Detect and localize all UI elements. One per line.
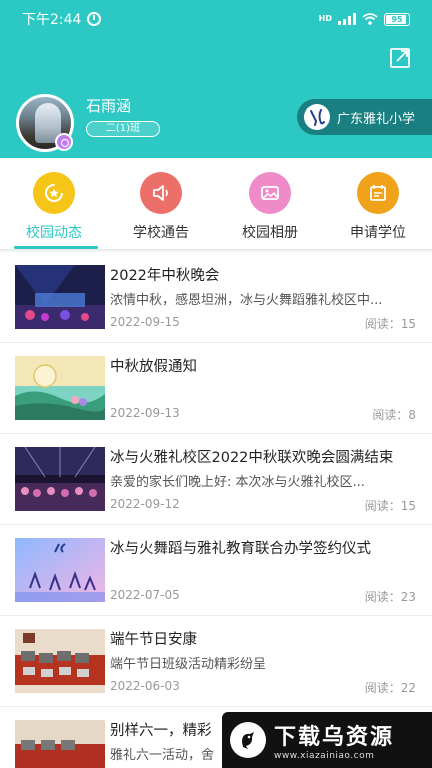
signal-icon [338,13,356,25]
list-item[interactable]: 中秋放假通知 2022-09-13 阅读：8 [0,343,432,434]
school-logo-icon [304,104,330,130]
student-name: 石雨涵 [86,97,132,115]
news-list: 2022年中秋晚会 浓情中秋，感恩坦洲，冰与火舞蹈雅礼校区中... 2022-0… [0,252,432,768]
battery-icon: 95 [384,12,410,26]
active-tab-indicator [14,246,98,249]
news-date: 2022-07-05 [110,588,180,602]
watermark-url: www.xiazainiao.com [274,751,375,761]
news-title: 2022年中秋晚会 [110,268,220,284]
news-date: 2022-09-15 [110,315,180,329]
star-icon [33,172,75,214]
news-thumbnail [15,629,105,693]
gender-badge-icon [55,133,73,151]
status-bar: 下午2:44 HD 95 [0,0,432,38]
news-thumbnail [15,538,105,602]
news-thumbnail [15,720,105,768]
list-item[interactable]: 2022年中秋晚会 浓情中秋，感恩坦洲，冰与火舞蹈雅礼校区中... 2022-0… [0,252,432,343]
watermark-logo: 下载乌资源 www.xiazainiao.com [222,712,432,768]
tab-campus-news[interactable]: 校园动态 [4,172,104,242]
status-time: 下午2:44 [22,12,82,28]
alarm-icon [87,12,102,26]
photo-icon [249,172,291,214]
tab-label: 申请学位 [350,225,406,241]
share-icon[interactable] [388,46,412,70]
news-thumbnail [15,447,105,511]
tab-label: 校园相册 [242,225,298,241]
status-time-group: 下午2:44 [22,9,102,29]
tab-campus-album[interactable]: 校园相册 [220,172,320,242]
news-title: 中秋放假通知 [110,359,197,375]
speaker-icon [140,172,182,214]
school-name: 广东雅礼小学 [337,111,416,127]
news-read-count: 阅读：23 [364,590,416,604]
news-title: 冰与火雅礼校区2022中秋联欢晚会圆满结束 [110,450,394,466]
tab-label: 校园动态 [26,225,82,241]
battery-level: 95 [391,14,403,24]
tab-apply-enrollment[interactable]: 申请学位 [328,172,428,242]
news-summary: 端午节日班级活动精彩纷呈 [110,657,267,672]
class-tag: 二(1)班 [86,121,160,137]
news-thumbnail [15,265,105,329]
news-summary: 亲爱的家长们晚上好: 本次冰与火雅礼校区... [110,475,365,490]
news-thumbnail [15,356,105,420]
list-item[interactable]: 冰与火雅礼校区2022中秋联欢晚会圆满结束 亲爱的家长们晚上好: 本次冰与火雅礼… [0,434,432,525]
news-title: 冰与火舞蹈与雅礼教育联合办学签约仪式 [110,541,371,557]
school-switch-button[interactable]: 广东雅礼小学 [297,99,432,135]
news-summary: 浓情中秋，感恩坦洲，冰与火舞蹈雅礼校区中... [110,293,383,308]
news-read-count: 阅读：22 [364,681,416,695]
category-tabs: 校园动态 学校通告 校园相册 申请学位 [0,158,432,250]
news-read-count: 阅读：15 [364,499,416,513]
calendar-icon [357,172,399,214]
tab-label: 学校通告 [133,225,189,241]
list-item[interactable]: 冰与火舞蹈与雅礼教育联合办学签约仪式 2022-07-05 阅读：23 [0,525,432,616]
network-label: HD [318,14,332,23]
list-item[interactable]: 端午节日安康 端午节日班级活动精彩纷呈 2022-06-03 阅读：22 [0,616,432,707]
watermark-title: 下载乌资源 [274,725,395,750]
news-title: 端午节日安康 [110,632,197,648]
news-date: 2022-06-03 [110,679,180,693]
news-read-count: 阅读：8 [372,408,416,422]
app-root: 下午2:44 HD 95 石雨涵 二(1)班 广东雅礼小学 校园动态 学校通告 … [0,0,432,768]
news-date: 2022-09-12 [110,497,180,511]
bird-logo-icon [230,722,266,758]
tab-school-notices[interactable]: 学校通告 [111,172,211,242]
news-read-count: 阅读：15 [364,317,416,331]
news-date: 2022-09-13 [110,406,180,420]
profile-header: 下午2:44 HD 95 石雨涵 二(1)班 广东雅礼小学 [0,0,432,158]
status-indicators: HD 95 [318,12,410,26]
wifi-icon [362,13,378,25]
